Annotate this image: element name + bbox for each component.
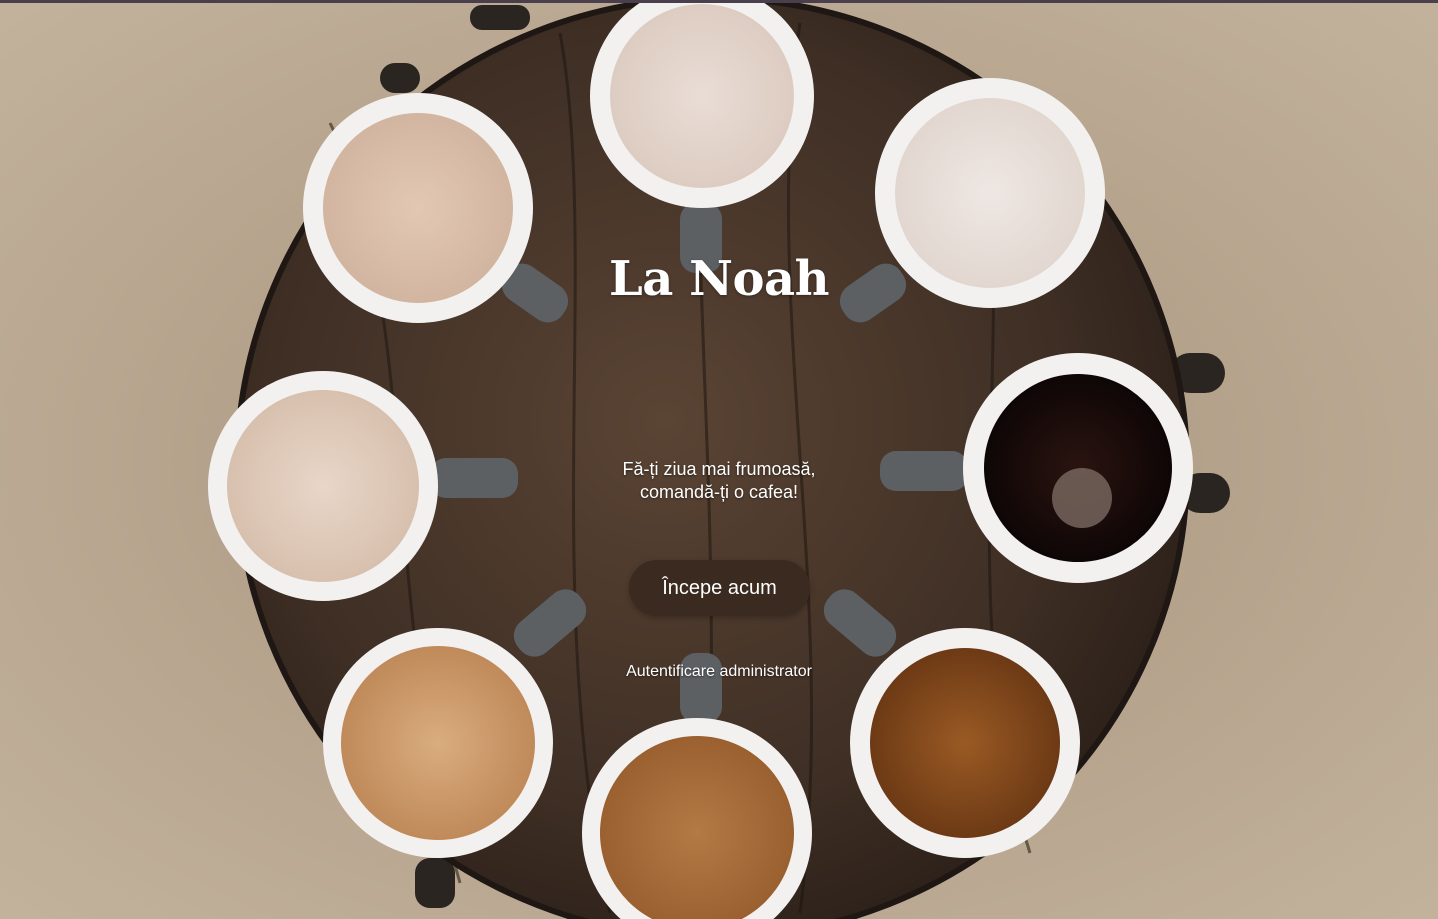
admin-login-link-wrapper: Autentificare administrator [0,663,1438,681]
tagline-line-2: comandă-ți o cafea! [639,482,799,502]
admin-login-link[interactable]: Autentificare administrator [626,663,812,680]
top-bar [0,0,1438,3]
hero-content: La Noah Fă-ți ziua mai frumoasă, comandă… [0,3,1438,919]
tagline-line-1: Fă-ți ziua mai frumoasă, [622,459,816,479]
start-now-button[interactable]: Începe acum [629,560,810,616]
page-title: La Noah [609,251,829,307]
hero-section: La Noah Fă-ți ziua mai frumoasă, comandă… [0,3,1438,919]
hero-tagline: Fă-ți ziua mai frumoasă, comandă-ți o ca… [0,458,1438,504]
